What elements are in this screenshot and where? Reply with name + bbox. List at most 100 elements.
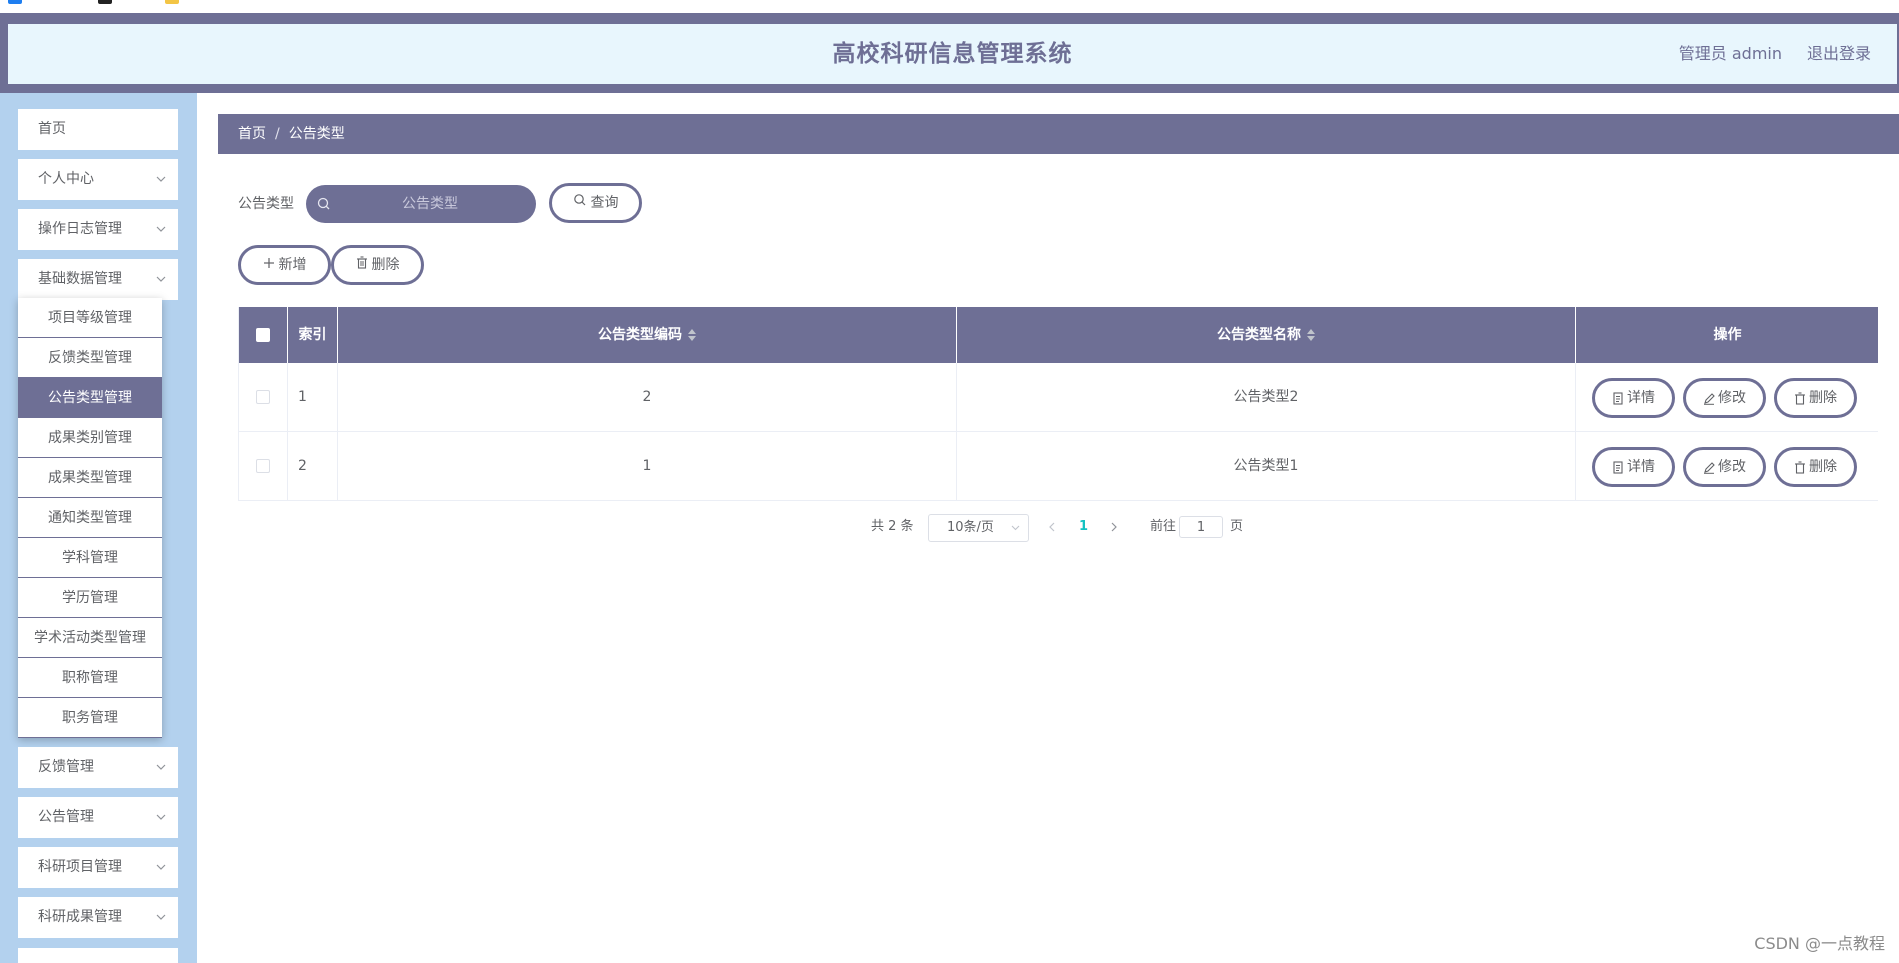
batch-delete-button[interactable]: 删除 [331, 245, 424, 285]
detail-button-label: 详情 [1627, 459, 1655, 475]
basic-data-submenu: 项目等级管理 反馈类型管理 公告类型管理 成果类别管理 成果类型管理 通知类型管… [18, 298, 162, 738]
sidebar-item-label: 个人中心 [38, 171, 94, 187]
submenu-item-job-title[interactable]: 职称管理 [18, 658, 162, 698]
watermark: CSDN @一点教程 [1754, 934, 1885, 953]
chevron-right-icon [1111, 522, 1117, 532]
breadcrumb-home[interactable]: 首页 [238, 126, 266, 142]
sidebar-item-label: 科研成果管理 [38, 909, 122, 925]
breadcrumb-current: 公告类型 [288, 126, 345, 142]
add-button-label: 新增 [278, 257, 307, 273]
submenu-item-project-level[interactable]: 项目等级管理 [18, 298, 162, 338]
goto-unit: 页 [1230, 519, 1244, 534]
sidebar-item-label: 科研项目管理 [38, 859, 122, 875]
search-icon [573, 186, 587, 220]
add-button[interactable]: 新增 [238, 245, 331, 285]
sidebar-item-label: 基础数据管理 [38, 271, 122, 287]
submenu-item-position[interactable]: 职务管理 [18, 698, 162, 738]
table-row: 2 1 公告类型1 详情 修改 删除 [239, 432, 1878, 501]
column-header-code[interactable]: 公告类型编码 [338, 307, 957, 363]
actions-cell: 详情 修改 删除 [1576, 432, 1879, 501]
submenu-item-feedback-type[interactable]: 反馈类型管理 [18, 338, 162, 378]
document-icon [1613, 391, 1623, 405]
pagination-total: 共 2 条 [871, 519, 914, 534]
search-label: 公告类型 [238, 196, 294, 212]
sidebar-item-personal-center[interactable]: 个人中心 [18, 159, 178, 200]
delete-button[interactable]: 删除 [1774, 447, 1857, 487]
sidebar-item-basic-data[interactable]: 基础数据管理 [18, 259, 178, 300]
submenu-item-notification-type[interactable]: 通知类型管理 [18, 498, 162, 538]
document-icon [1613, 460, 1623, 474]
prev-page-button[interactable] [1048, 512, 1056, 554]
submenu-item-education[interactable]: 学历管理 [18, 578, 162, 618]
plus-icon [263, 248, 275, 282]
submenu-item-academic-activity-type[interactable]: 学术活动类型管理 [18, 618, 162, 658]
search-icon [316, 196, 332, 212]
select-all-cell [239, 307, 288, 363]
trash-icon [356, 248, 368, 282]
chevron-down-icon [156, 897, 166, 955]
sidebar-item-research-achievement[interactable]: 科研成果管理 [18, 897, 178, 938]
edit-icon [1704, 392, 1715, 405]
row-checkbox[interactable] [256, 459, 270, 473]
notice-type-table: 索引 公告类型编码 公告类型名称 操作 1 2 公告类型2 详情 修改 删除 2… [238, 307, 1878, 501]
sidebar: 首页 个人中心 操作日志管理 基础数据管理 项目等级管理 反馈类型管理 公告类型… [0, 93, 197, 963]
edit-button-label: 修改 [1718, 459, 1746, 475]
browser-bookmark-strip [0, 0, 1899, 13]
folder-icon[interactable] [165, 0, 179, 4]
sidebar-item-feedback[interactable]: 反馈管理 [18, 747, 178, 788]
chevron-left-icon [1049, 522, 1055, 532]
sort-icon[interactable] [1307, 329, 1315, 341]
row-checkbox[interactable] [256, 390, 270, 404]
sidebar-item-research-project[interactable]: 科研项目管理 [18, 847, 178, 888]
edit-button[interactable]: 修改 [1683, 447, 1766, 487]
delete-button-label: 删除 [1809, 390, 1837, 406]
column-header-label: 公告类型名称 [1217, 327, 1301, 343]
column-header-label: 公告类型编码 [598, 327, 682, 343]
submenu-item-subject[interactable]: 学科管理 [18, 538, 162, 578]
edit-button[interactable]: 修改 [1683, 378, 1766, 418]
row-select-cell [239, 363, 288, 432]
header-bar: 高校科研信息管理系统 管理员 admin 退出登录 [8, 24, 1897, 84]
detail-button[interactable]: 详情 [1592, 447, 1675, 487]
submenu-item-achievement-type[interactable]: 成果类型管理 [18, 458, 162, 498]
column-header-name[interactable]: 公告类型名称 [957, 307, 1576, 363]
next-page-button[interactable] [1110, 512, 1118, 554]
pagination: 共 2 条 10条/页 1 前往 页 [197, 512, 1899, 542]
detail-button[interactable]: 详情 [1592, 378, 1675, 418]
sort-icon[interactable] [688, 329, 696, 341]
logout-link[interactable]: 退出登录 [1807, 24, 1871, 84]
goto-page-input[interactable] [1179, 516, 1223, 538]
trash-icon [1795, 391, 1805, 405]
bookmark-icon[interactable] [8, 0, 22, 4]
actions-cell: 详情 修改 删除 [1576, 363, 1879, 432]
sidebar-item-notice[interactable]: 公告管理 [18, 797, 178, 838]
delete-button-label: 删除 [1809, 459, 1837, 475]
bookmark-icon[interactable] [98, 0, 112, 4]
table-header: 索引 公告类型编码 公告类型名称 操作 [239, 307, 1878, 363]
search-field [306, 185, 536, 223]
page-number-current[interactable]: 1 [1079, 512, 1088, 542]
table-row: 1 2 公告类型2 详情 修改 删除 [239, 363, 1878, 432]
name-cell: 公告类型1 [957, 432, 1576, 501]
sidebar-item-label: 操作日志管理 [38, 221, 122, 237]
code-cell: 2 [338, 363, 957, 432]
row-select-cell [239, 432, 288, 501]
goto-label: 前往 [1150, 519, 1177, 534]
trash-icon [1795, 460, 1805, 474]
submenu-item-achievement-category[interactable]: 成果类别管理 [18, 418, 162, 458]
delete-button[interactable]: 删除 [1774, 378, 1857, 418]
page-size-value: 10条/页 [947, 520, 994, 535]
query-button[interactable]: 查询 [549, 183, 642, 223]
chevron-down-icon [1011, 515, 1020, 552]
sidebar-item-home[interactable]: 首页 [18, 109, 178, 150]
sidebar-item-label: 公告管理 [38, 809, 94, 825]
sidebar-item-label: 反馈管理 [38, 759, 94, 775]
page-size-select[interactable]: 10条/页 [928, 514, 1029, 542]
breadcrumb: 首页 / 公告类型 [218, 114, 1899, 154]
select-all-checkbox[interactable] [256, 328, 270, 342]
detail-button-label: 详情 [1627, 390, 1655, 406]
search-input[interactable] [340, 185, 520, 223]
sidebar-item-more[interactable] [18, 948, 178, 963]
sidebar-item-operation-log[interactable]: 操作日志管理 [18, 209, 178, 250]
submenu-item-notice-type[interactable]: 公告类型管理 [18, 378, 162, 418]
